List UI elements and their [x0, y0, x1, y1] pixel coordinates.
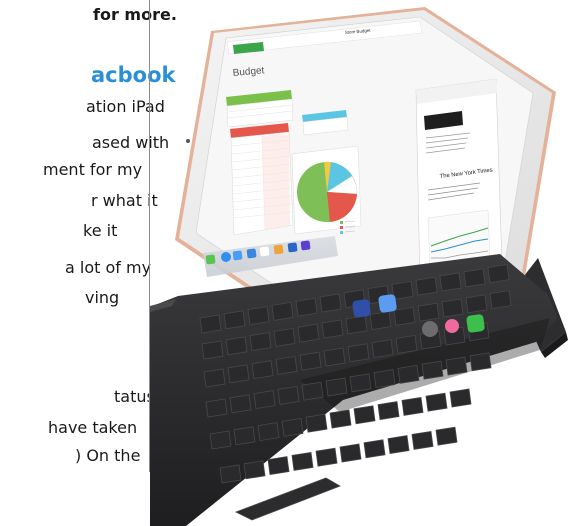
keyboard-key: [489, 290, 512, 310]
keyboard-key: [445, 356, 468, 376]
keyboard-key: [243, 460, 266, 480]
keyboard-key: [487, 264, 510, 284]
keyboard-key: [229, 394, 252, 414]
keyboard-key: [257, 422, 280, 442]
keyboard-key: [441, 298, 464, 318]
keyboard-key: [393, 306, 416, 326]
keyboard-key: [363, 439, 386, 459]
smart-keyboard: [150, 254, 558, 526]
keyboard-key: [319, 293, 342, 313]
keyboard-key: [219, 464, 242, 484]
dock-icon-messages: [205, 254, 216, 265]
keyboard-key: [339, 443, 362, 463]
keyboard-key: [439, 272, 462, 292]
keyboard-key: [301, 381, 324, 401]
keyboard-key: [315, 447, 338, 467]
keyboard-key: [291, 451, 314, 471]
keyboard-key: [371, 339, 394, 359]
keyboard-key: [469, 352, 492, 372]
keyboard-key: [387, 435, 410, 455]
keyboard-key: [201, 340, 224, 360]
keyboard-key: [421, 360, 444, 380]
keyboard-key: [463, 268, 486, 288]
keyboard-key: [275, 355, 298, 375]
text-line-11: have taken: [48, 418, 138, 437]
article-column: for more. acbook ation iPad ased with me…: [0, 0, 177, 526]
keyboard-key: [305, 413, 328, 433]
dock-icon-keynote: [287, 242, 298, 253]
dock-icon-safari: [221, 252, 231, 262]
keyboard-key: [209, 430, 232, 450]
keyboard-key: [295, 297, 318, 317]
dock-icon-files: [246, 248, 257, 259]
keyboard-key: [299, 351, 322, 371]
text-line-7: ke it: [83, 221, 118, 240]
keyboard-key: [373, 369, 396, 389]
keyboard-key: [377, 401, 400, 421]
keyboard-key: [349, 373, 372, 393]
keyboard-key: [369, 311, 392, 331]
keyboard-key: [271, 301, 294, 321]
keyboard-key: [347, 343, 370, 363]
keyboard-key: [233, 426, 256, 446]
keyboard-key: [281, 417, 304, 437]
keyboard-key: [325, 377, 348, 397]
pie-chart: [297, 161, 358, 222]
keyboard-key: [203, 368, 226, 388]
keyboard-key: [249, 332, 272, 352]
keyboard-key: [435, 426, 458, 446]
dock-icon-pencil: [259, 246, 270, 257]
text-line-9: ving: [85, 288, 120, 307]
dock-icon-purple: [300, 240, 311, 251]
keyboard-key: [205, 398, 228, 418]
ipad-keyboard-photo: Store Budget Budget The New York Times: [150, 0, 571, 526]
keyboard-key: [397, 364, 420, 384]
keyboard-key: [401, 396, 424, 416]
keyboard-key: [425, 392, 448, 412]
keyboard-key: [465, 294, 488, 314]
text-line-5: ment for my: [43, 160, 143, 179]
keyboard-key: [353, 405, 376, 425]
text-line-12: ) On the: [75, 446, 141, 465]
keyboard-key: [321, 319, 344, 339]
keyboard-key: [273, 327, 296, 347]
keyboard-key: [297, 323, 320, 343]
keyboard-key: [251, 360, 274, 380]
keyboard-key: [323, 347, 346, 367]
keyboard-key: [417, 302, 440, 322]
keyboard-key: [415, 276, 438, 296]
keyboard-key: [329, 409, 352, 429]
keyboard-key: [411, 430, 434, 450]
front-camera: [186, 139, 190, 143]
keyboard-key: [345, 315, 368, 335]
keyboard-key: [267, 456, 290, 476]
text-line-6: r what it: [91, 191, 158, 210]
keyboard-key: [227, 364, 250, 384]
keyboard-key: [247, 306, 270, 326]
keyboard-key: [449, 388, 472, 408]
keyboard-key: [253, 390, 276, 410]
keyboard-key: [223, 310, 246, 330]
keyboard-key: [391, 280, 414, 300]
keyboard-key: [395, 334, 418, 354]
keyboard-key: [225, 336, 248, 356]
keyboard-key: [277, 385, 300, 405]
dock-icon-photos: [273, 244, 284, 255]
keyboard-key: [199, 314, 222, 334]
dock-icon-mail: [232, 250, 243, 261]
text-line-8: a lot of my: [65, 258, 152, 277]
